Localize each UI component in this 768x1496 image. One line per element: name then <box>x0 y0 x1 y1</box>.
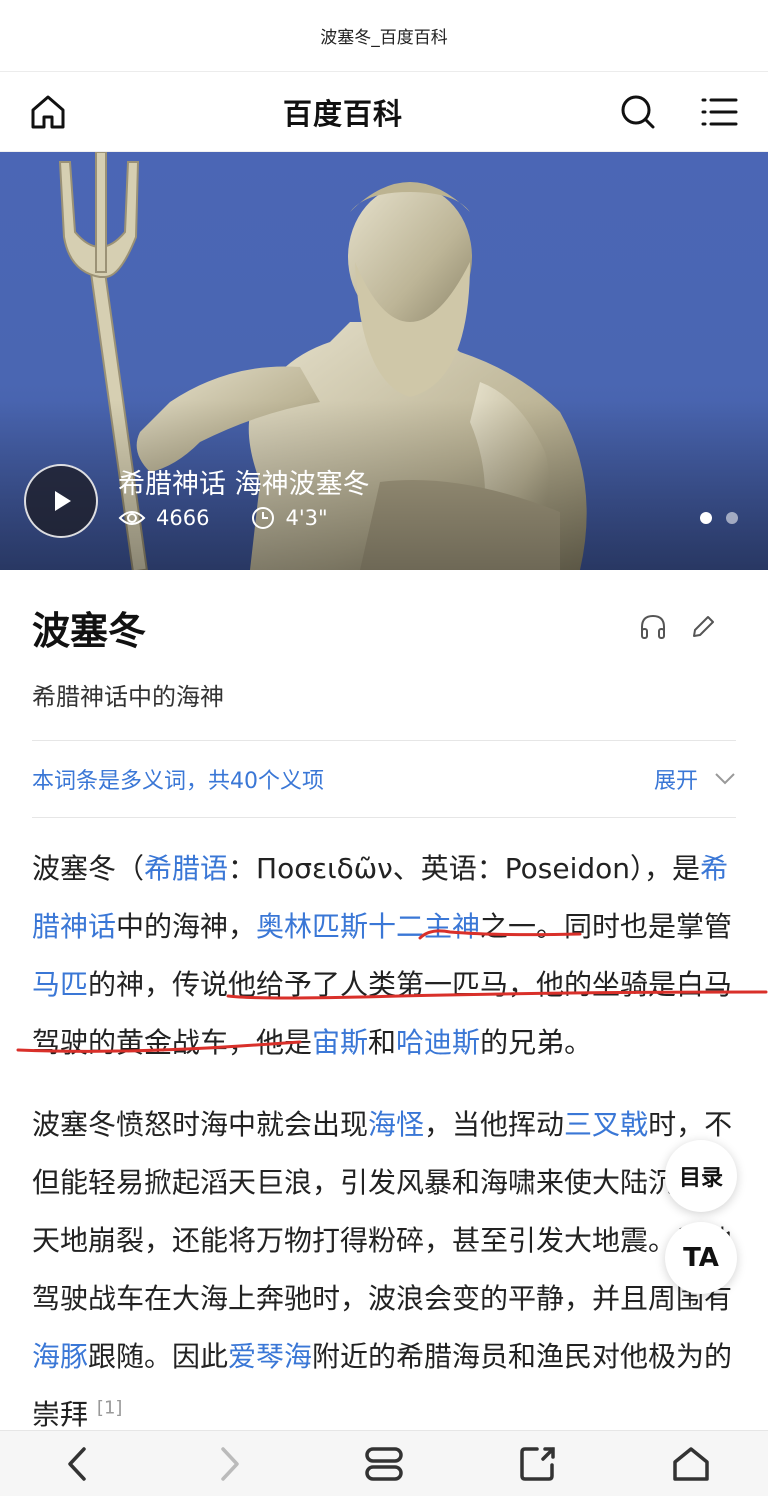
video-meta: 4666 4'3" <box>118 506 328 530</box>
carousel-dot-2[interactable] <box>726 512 738 524</box>
browser-bottom-toolbar <box>0 1430 768 1496</box>
text-run: 之一。同时也是掌管 <box>480 910 733 943</box>
video-title[interactable]: 希腊神话 海神波塞冬 <box>118 462 370 501</box>
entry-title: 波塞冬 <box>32 609 147 653</box>
browser-home-icon[interactable] <box>661 1434 721 1494</box>
text-run: ，当他挥动 <box>424 1108 565 1141</box>
expand-label: 展开 <box>653 769 698 794</box>
headphones-icon[interactable] <box>638 612 668 646</box>
link-twelve-olympians[interactable]: 奥林匹斯十二主神 <box>256 910 480 943</box>
text-run: 的兄弟。 <box>480 1026 593 1059</box>
browser-page-title: 波塞冬_百度百科 <box>0 0 768 72</box>
tabs-icon[interactable] <box>354 1434 414 1494</box>
text-run: 和 <box>368 1026 397 1059</box>
hero-shade-overlay <box>0 400 768 570</box>
carousel-dots[interactable] <box>700 512 738 524</box>
text-run: 跟随。因此 <box>88 1340 229 1373</box>
brand-logo[interactable]: 百度百科 <box>283 91 403 133</box>
link-hades[interactable]: 哈迪斯 <box>396 1026 480 1059</box>
share-window-icon[interactable] <box>508 1434 568 1494</box>
expand-button[interactable]: 展开 <box>654 763 736 795</box>
video-view-count: 4666 <box>156 506 210 530</box>
text-run: 波塞冬愤怒时海中就会出现 <box>32 1108 369 1141</box>
citation-ref[interactable]: [1] <box>97 1398 123 1419</box>
search-icon[interactable] <box>614 88 662 136</box>
top-navigation-bar: 百度百科 <box>0 72 768 152</box>
text-run: 波塞冬（ <box>32 852 145 885</box>
link-dolphin[interactable]: 海豚 <box>32 1340 88 1373</box>
polysemy-text[interactable]: 本词条是多义词，共40个义项 <box>32 763 324 795</box>
back-arrow-icon[interactable] <box>47 1434 107 1494</box>
font-size-button[interactable]: TA <box>665 1222 737 1294</box>
edit-pencil-icon[interactable] <box>688 612 718 646</box>
paragraph-2: 波塞冬愤怒时海中就会出现海怪，当他挥动三叉戟时，不但能轻易掀起滔天巨浪，引发风暴… <box>32 1096 736 1444</box>
menu-list-icon[interactable] <box>696 88 744 136</box>
entry-subtitle: 希腊神话中的海神 <box>32 683 224 711</box>
forward-arrow-icon[interactable] <box>200 1434 260 1494</box>
link-trident[interactable]: 三叉戟 <box>564 1108 648 1141</box>
link-greek-language[interactable]: 希腊语 <box>144 852 228 885</box>
play-button[interactable] <box>24 464 98 538</box>
video-duration: 4'3" <box>285 506 328 530</box>
home-icon[interactable] <box>24 88 72 136</box>
link-zeus[interactable]: 宙斯 <box>312 1026 368 1059</box>
hero-video-banner[interactable]: 希腊神话 海神波塞冬 4666 4'3" <box>0 152 768 570</box>
play-icon <box>55 491 71 511</box>
paragraph-1: 波塞冬（希腊语：Ποσειδῶν、英语：Poseidon），是希腊神话中的海神，… <box>32 840 736 1072</box>
eye-icon <box>118 511 146 525</box>
text-run: 中的海神， <box>116 910 257 943</box>
article-body: 波塞冬（希腊语：Ποσειδῶν、英语：Poseidon），是希腊神话中的海神，… <box>0 818 768 1444</box>
link-horse[interactable]: 马匹 <box>32 968 88 1001</box>
polysemy-bar[interactable]: 本词条是多义词，共40个义项 展开 <box>32 740 736 818</box>
link-sea-monster[interactable]: 海怪 <box>368 1108 424 1141</box>
text-run: ：Ποσειδῶν、英语：Poseidon），是 <box>228 852 701 885</box>
carousel-dot-1[interactable] <box>700 512 712 524</box>
entry-header: 波塞冬 希腊神话中的海神 <box>0 570 768 712</box>
chevron-down-icon <box>715 773 735 785</box>
link-aegean-sea[interactable]: 爱琴海 <box>228 1340 312 1373</box>
table-of-contents-button[interactable]: 目录 <box>665 1140 737 1212</box>
clock-icon <box>252 507 275 529</box>
